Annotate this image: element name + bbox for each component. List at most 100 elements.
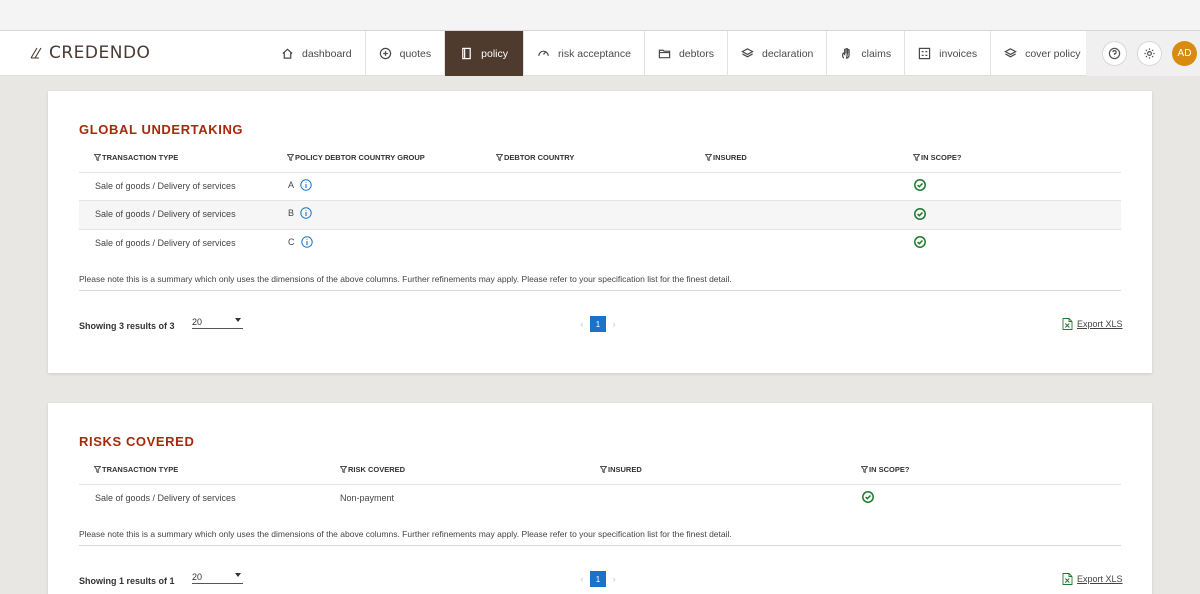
page-number-button[interactable]: 1 — [590, 316, 606, 332]
hand-icon — [842, 47, 851, 59]
nav-label: declaration — [762, 47, 814, 60]
column-header-country-group[interactable]: POLICY DEBTOR COUNTRY GROUP — [287, 153, 425, 162]
column-header-in-scope[interactable]: IN SCOPE? — [913, 153, 961, 162]
brand-name: CREDENDO — [49, 43, 151, 63]
nav-label: invoices — [939, 47, 978, 60]
nav-label: debtors — [678, 47, 714, 60]
nav-item-debtors[interactable]: debtors — [645, 31, 728, 76]
per-page-select[interactable]: 20 — [192, 317, 243, 329]
excel-file-icon — [1062, 318, 1073, 330]
nav-item-risk-acceptance[interactable]: risk acceptance — [524, 31, 645, 76]
cell-transaction-type: Sale of goods / Delivery of services — [95, 238, 236, 248]
per-page-select[interactable]: 20 — [192, 572, 243, 584]
column-header-risk-covered[interactable]: RISK COVERED — [340, 465, 405, 474]
excel-file-icon — [1062, 573, 1073, 585]
nav-label: risk acceptance — [558, 47, 631, 60]
check-circle-icon — [862, 491, 874, 503]
question-icon — [1108, 47, 1121, 60]
check-circle-icon — [914, 208, 926, 220]
prev-page-button[interactable]: ‹ — [574, 319, 590, 329]
check-circle-icon — [914, 236, 926, 248]
top-navigation-bar: CREDENDO dashboard quotes policy risk ac… — [0, 31, 1200, 76]
column-header-transaction-type[interactable]: TRANSACTION TYPE — [94, 153, 178, 162]
layers-icon — [1004, 48, 1017, 58]
nav-label: dashboard — [302, 47, 352, 60]
filter-icon — [705, 154, 712, 161]
filter-icon — [340, 466, 347, 473]
filter-icon — [600, 466, 607, 473]
folder-icon — [658, 49, 671, 59]
document-icon — [462, 47, 471, 60]
nav-label: policy — [481, 47, 509, 60]
credendo-logo[interactable]: CREDENDO — [30, 43, 150, 63]
column-header-insured[interactable]: INSURED — [600, 465, 642, 474]
next-page-button[interactable]: › — [606, 574, 622, 584]
nav-label: claims — [861, 47, 892, 60]
check-circle-icon — [914, 179, 926, 191]
divider — [79, 545, 1121, 546]
cell-transaction-type: Sale of goods / Delivery of services — [95, 209, 236, 219]
cell-country-group: C — [288, 236, 313, 248]
column-header-debtor-country[interactable]: DEBTOR COUNTRY — [496, 153, 574, 162]
nav-label: cover policy — [1025, 47, 1081, 60]
layers-icon — [741, 48, 754, 58]
nav-item-invoices[interactable]: invoices — [905, 31, 992, 76]
global-undertaking-title: GLOBAL UNDERTAKING — [79, 122, 244, 137]
nav-item-dashboard[interactable]: dashboard — [268, 31, 366, 76]
grid-icon — [918, 47, 931, 60]
column-header-insured[interactable]: INSURED — [705, 153, 747, 162]
nav-item-declaration[interactable]: declaration — [728, 31, 828, 76]
column-header-in-scope[interactable]: IN SCOPE? — [861, 465, 909, 474]
pagination: ‹ 1 › — [574, 571, 622, 587]
risks-covered-title: RISKS COVERED — [79, 434, 195, 449]
cell-transaction-type: Sale of goods / Delivery of services — [95, 181, 236, 191]
filter-icon — [94, 466, 101, 473]
info-icon[interactable] — [300, 207, 312, 219]
cell-risk-covered: Non-payment — [340, 493, 395, 503]
table-divider — [79, 172, 1121, 173]
risks-covered-card: RISKS COVERED TRANSACTION TYPE RISK COVE… — [48, 403, 1152, 594]
nav-item-policy[interactable]: policy — [445, 31, 525, 76]
user-avatar[interactable]: AD — [1172, 41, 1197, 66]
chevron-down-icon — [235, 318, 241, 322]
export-xls-link[interactable]: Export XLS — [1062, 573, 1123, 585]
summary-note: Please note this is a summary which only… — [79, 274, 732, 284]
nav-item-quotes[interactable]: quotes — [366, 31, 446, 76]
settings-button[interactable] — [1137, 41, 1162, 66]
info-icon[interactable] — [300, 179, 312, 191]
table-divider — [79, 229, 1121, 230]
logo-mark-icon — [30, 47, 42, 59]
filter-icon — [861, 466, 868, 473]
cell-country-group: B — [288, 207, 312, 219]
gear-icon — [1144, 48, 1155, 59]
filter-icon — [287, 154, 294, 161]
nav-item-cover-policy[interactable]: cover policy — [991, 31, 1093, 76]
divider — [79, 290, 1121, 291]
table-divider — [79, 484, 1121, 485]
home-icon — [282, 48, 293, 59]
nav-label: quotes — [399, 47, 432, 60]
global-undertaking-card: GLOBAL UNDERTAKING TRANSACTION TYPE POLI… — [48, 91, 1152, 373]
next-page-button[interactable]: › — [606, 319, 622, 329]
prev-page-button[interactable]: ‹ — [574, 574, 590, 584]
results-count: Showing 3 results of 3 — [79, 321, 175, 331]
main-nav: dashboard quotes policy risk acceptance … — [268, 31, 1094, 76]
info-icon[interactable] — [300, 236, 313, 248]
nav-item-claims[interactable]: claims — [827, 31, 906, 76]
cell-country-group: A — [288, 179, 312, 191]
browser-top-strip — [0, 0, 1200, 31]
summary-note: Please note this is a summary which only… — [79, 529, 732, 539]
results-count: Showing 1 results of 1 — [79, 576, 175, 586]
filter-icon — [94, 154, 101, 161]
plus-circle-icon — [379, 47, 391, 60]
filter-icon — [913, 154, 920, 161]
help-button[interactable] — [1102, 41, 1127, 66]
export-xls-link[interactable]: Export XLS — [1062, 318, 1123, 330]
chevron-down-icon — [235, 573, 241, 577]
cell-transaction-type: Sale of goods / Delivery of services — [95, 493, 236, 503]
page-number-button[interactable]: 1 — [590, 571, 606, 587]
user-actions: AD — [1086, 31, 1200, 76]
column-header-transaction-type[interactable]: TRANSACTION TYPE — [94, 465, 178, 474]
filter-icon — [496, 154, 503, 161]
pagination: ‹ 1 › — [574, 316, 622, 332]
